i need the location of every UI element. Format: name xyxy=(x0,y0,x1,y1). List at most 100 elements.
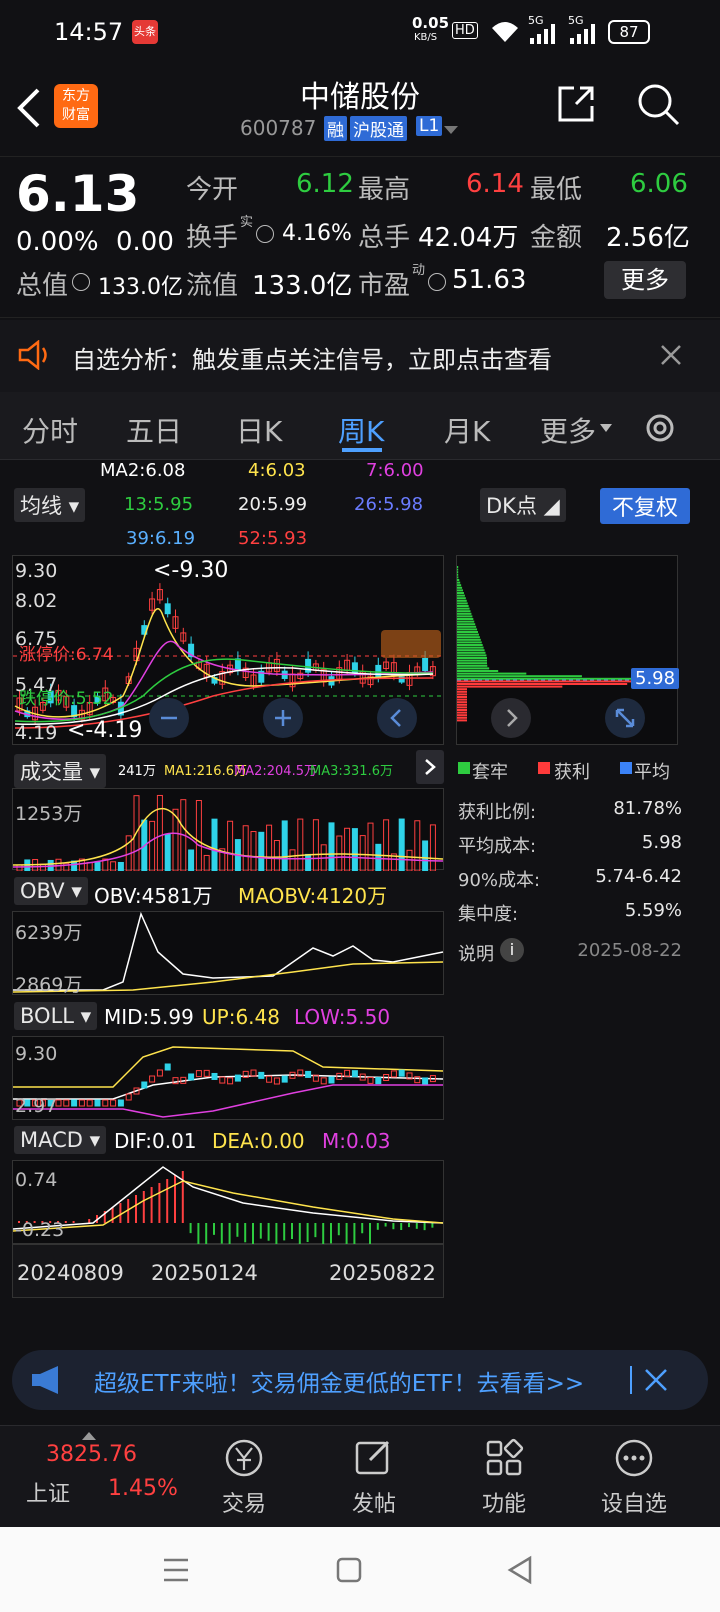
open-value: 6.12 xyxy=(296,169,354,199)
boll-candle xyxy=(164,1063,171,1071)
ma-type-dropdown[interactable]: 均线 ▾ xyxy=(14,488,86,522)
chip-bar xyxy=(457,709,467,711)
more-button[interactable]: 更多 xyxy=(604,261,686,299)
volume-bar xyxy=(250,831,257,871)
chip-bar xyxy=(457,592,464,594)
volume-bar xyxy=(367,822,374,871)
boll-candle xyxy=(195,1070,202,1078)
zoom-in-button[interactable] xyxy=(263,698,303,738)
chip-distribution-chart[interactable]: 5.98 xyxy=(456,555,680,745)
share-icon[interactable] xyxy=(556,84,596,124)
macd-y-top: 0.74 xyxy=(15,1169,58,1191)
chip-bar xyxy=(457,638,481,641)
chip-bar xyxy=(457,690,467,693)
obv-indicator-dropdown[interactable]: OBV ▾ xyxy=(14,877,88,905)
index-name[interactable]: 上证 xyxy=(26,1476,70,1508)
nav-functions[interactable]: 功能 xyxy=(454,1436,554,1518)
macd-indicator-dropdown[interactable]: MACD ▾ xyxy=(14,1126,107,1154)
maobv-value: MAOBV:4120万 xyxy=(238,884,388,908)
volume-indicator-dropdown[interactable]: 成交量 ▾ xyxy=(14,754,107,788)
pe-value: 51.63 xyxy=(452,265,527,295)
menu-icon[interactable] xyxy=(162,1557,190,1583)
boll-chart[interactable]: 9.30 2.97 xyxy=(12,1036,444,1120)
chip-bar xyxy=(457,620,475,623)
chip-bar xyxy=(457,714,467,717)
amount-value: 2.56亿 xyxy=(606,223,690,253)
profit-ratio-row: 获利比例: 81.78% xyxy=(458,798,682,823)
obv-value: OBV:4581万 xyxy=(94,884,213,908)
index-value[interactable]: 3825.76 xyxy=(46,1442,137,1467)
boll-candle xyxy=(266,1075,273,1083)
volume-bar xyxy=(156,794,163,871)
scroll-right-button[interactable] xyxy=(491,698,531,738)
boll-candle xyxy=(149,1075,156,1083)
obv-y-top: 6239万 xyxy=(15,922,83,944)
boll-candle xyxy=(63,1099,70,1107)
explain-row[interactable]: 说明 i 2025-08-22 xyxy=(458,938,686,970)
profit-label: 获利 xyxy=(554,762,590,783)
expand-indicator-button[interactable] xyxy=(416,750,444,784)
close-icon[interactable] xyxy=(660,344,682,366)
change-value: 0.00 xyxy=(116,227,174,257)
obv-chart[interactable]: 6239万 2869万 xyxy=(12,911,444,996)
avg-cost-row: 平均成本: 5.98 xyxy=(458,832,682,857)
boll-candle xyxy=(117,1099,124,1107)
macd-dif: DIF:0.01 xyxy=(114,1129,197,1153)
adjust-button[interactable]: 不复权 xyxy=(600,488,691,524)
candle-body xyxy=(164,603,171,615)
settings-icon[interactable] xyxy=(642,410,678,446)
app-badge-icon: 头条 xyxy=(132,20,158,44)
nav-post[interactable]: 发帖 xyxy=(324,1436,424,1518)
tab-monthly[interactable]: 月K xyxy=(444,410,490,450)
boll-candle xyxy=(320,1077,327,1085)
chip-bar xyxy=(457,576,459,579)
expand-icon[interactable] xyxy=(605,698,645,738)
macd-chart[interactable]: 0.74 -0.23 xyxy=(12,1160,444,1245)
tab-daily[interactable]: 日K xyxy=(236,410,282,450)
boll-low: LOW:5.50 xyxy=(294,1005,391,1029)
boll-candle xyxy=(86,1099,93,1107)
mktcap-value: 133.0亿 xyxy=(98,275,183,300)
boll-candle xyxy=(422,1077,429,1085)
chip-bar xyxy=(457,706,467,709)
kline-chart[interactable]: 9.30 8.02 6.75 5.47 4.19 <-9.30 <-4.19 涨… xyxy=(12,555,445,745)
boll-candle xyxy=(281,1075,288,1083)
info-icon[interactable]: i xyxy=(500,938,524,962)
chip-bar xyxy=(457,610,471,613)
alert-bar[interactable]: 自选分析：触发重点关注信号，立即点击查看 xyxy=(0,320,720,392)
boll-indicator-dropdown[interactable]: BOLL ▾ xyxy=(14,1002,98,1030)
close-icon[interactable] xyxy=(644,1368,668,1392)
grid-icon xyxy=(486,1438,524,1476)
tab-intraday[interactable]: 分时 xyxy=(22,410,78,450)
volume-bar xyxy=(429,824,436,871)
scroll-left-button[interactable] xyxy=(377,698,417,738)
volume-label: 总手 xyxy=(358,223,411,253)
caret-down-icon[interactable] xyxy=(444,126,458,136)
volume-bar xyxy=(110,861,117,871)
home-icon[interactable] xyxy=(336,1557,362,1583)
boll-candle xyxy=(250,1069,257,1077)
volume-bar xyxy=(359,835,366,871)
back-nav-icon[interactable] xyxy=(506,1555,534,1585)
chip-bar xyxy=(457,633,479,636)
pe-sup: 动 xyxy=(412,263,426,278)
turnover-info-icon[interactable] xyxy=(256,225,274,243)
index-change[interactable]: 1.45% xyxy=(108,1476,178,1501)
dk-point-dropdown[interactable]: DK点 ◢ xyxy=(480,488,566,522)
volume-bar xyxy=(383,819,390,871)
volume-chart[interactable]: 1253万 xyxy=(12,788,444,871)
info-icon[interactable] xyxy=(72,273,90,291)
tab-more[interactable]: 更多 xyxy=(540,410,596,450)
tab-5day[interactable]: 五日 xyxy=(126,410,182,450)
etf-banner[interactable]: 超级ETF来啦！交易佣金更低的ETF！去看看>> xyxy=(12,1350,708,1410)
nav-add-watchlist[interactable]: 设自选 xyxy=(584,1436,684,1518)
search-icon[interactable] xyxy=(636,82,680,126)
volume-bar xyxy=(211,818,218,871)
stock-code-row: 600787 融 沪股通 L1 xyxy=(240,116,480,144)
pe-info-icon[interactable] xyxy=(428,273,446,291)
ma52-value: 52:5.93 xyxy=(238,528,308,549)
nav-trade[interactable]: 交易 xyxy=(194,1436,294,1518)
tab-weekly[interactable]: 周K xyxy=(338,410,384,450)
zoom-out-button[interactable] xyxy=(149,698,189,738)
volume-bar xyxy=(375,843,382,871)
